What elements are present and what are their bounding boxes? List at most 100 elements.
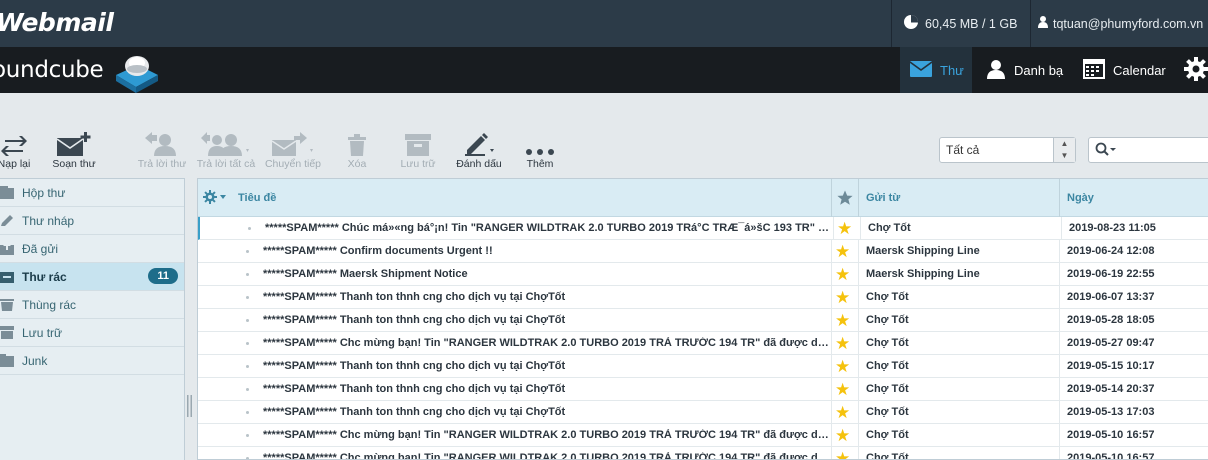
message-subject[interactable]: *****SPAM***** Maersk Shipment Notice [263,268,831,280]
filter-select[interactable]: Tất cả ▲ ▼ [939,137,1076,163]
message-subject[interactable]: *****SPAM***** Confirm documents Urgent … [263,245,831,257]
folder-trash[interactable]: Thùng rác [0,291,184,319]
status-dot-icon[interactable] [248,227,251,230]
nav-contacts-label: Danh bạ [1014,62,1064,78]
archive-button[interactable]: Lưu trữ [388,130,448,170]
table-row[interactable]: *****SPAM***** Maersk Shipment Notice ★ Ma… [198,263,1208,286]
folder-label: Thư nháp [22,213,75,228]
top-bar: Webmail 60,45 MB / 1 GB tqtuan@phumyford… [0,0,1208,47]
column-header-date[interactable]: Ngày [1067,192,1094,204]
message-subject[interactable]: *****SPAM***** Chúc má»«ng bá°¡n! Tin "R… [265,222,833,234]
status-dot-icon[interactable] [246,434,249,437]
table-row[interactable]: *****SPAM***** Thanh ton thnh cng cho dị… [198,401,1208,424]
status-dot-icon[interactable] [246,411,249,414]
table-row[interactable]: *****SPAM***** Confirm documents Urgent … [198,240,1208,263]
status-dot-icon[interactable] [246,388,249,391]
folder-junk[interactable]: Junk [0,347,184,375]
folder-spam[interactable]: Thư rác 11 [0,263,184,291]
message-date: 2019-05-10 16:57 [1067,452,1155,460]
table-row[interactable]: *****SPAM***** Thanh ton thnh cng cho dị… [198,378,1208,401]
flag-star-icon[interactable]: ★ [835,381,850,398]
roundcube-logo-icon[interactable] [112,51,160,95]
message-date: 2019-05-10 16:57 [1067,429,1155,441]
table-row[interactable]: *****SPAM***** Chc mừng bạn! Tin "RANGER… [198,447,1208,460]
toolbar: Nạp lại Soạn thư Trả lời thư Trả lời tất… [0,93,1208,178]
user-account[interactable]: tqtuan@phumyford.com.vn [1030,0,1208,47]
webmail-brand[interactable]: Webmail [0,8,114,37]
message-date: 2019-05-13 17:03 [1067,406,1155,418]
forward-button[interactable]: Chuyển tiếp [263,130,323,170]
mark-button[interactable]: Đánh dấu [449,130,509,170]
nav-contacts[interactable]: Danh bạ [986,47,1063,93]
message-subject[interactable]: *****SPAM***** Thanh ton thnh cng cho dị… [263,360,831,372]
flag-star-icon[interactable]: ★ [837,220,852,237]
roundcube-logo-text[interactable]: oundcube [0,57,104,83]
reply-all-button[interactable]: Trả lời tất cả [196,130,256,170]
message-from: Chợ Tốt [868,222,911,234]
folder-list: Hộp thư Thư nháp Đã gửi Thư rác 11 Thùng… [0,178,185,460]
compose-icon [44,130,104,156]
status-dot-icon[interactable] [246,250,249,253]
flag-column-star-icon[interactable] [837,190,853,209]
nav-calendar[interactable]: Calendar [1083,47,1166,93]
flag-star-icon[interactable]: ★ [835,358,850,375]
flag-star-icon[interactable]: ★ [835,243,850,260]
delete-button[interactable]: Xóa [327,130,387,170]
table-row[interactable]: *****SPAM***** Thanh ton thnh cng cho dị… [198,286,1208,309]
status-dot-icon[interactable] [246,342,249,345]
pen-icon [449,130,509,156]
flag-star-icon[interactable]: ★ [835,404,850,421]
pane-splitter-handle[interactable] [187,395,193,417]
flag-star-icon[interactable]: ★ [835,289,850,306]
folder-archive[interactable]: Lưu trữ [0,319,184,347]
column-header-subject[interactable]: Tiêu đề [238,192,276,204]
unread-count-badge: 11 [148,268,178,284]
flag-star-icon[interactable]: ★ [835,335,850,352]
message-subject[interactable]: *****SPAM***** Thanh ton thnh cng cho dị… [263,291,831,303]
message-subject[interactable]: *****SPAM***** Chc mừng bạn! Tin "RANGER… [263,452,831,459]
message-list: Tiêu đề Gửi từ Ngày *****SPAM***** Chúc … [197,178,1208,460]
nav-mail[interactable]: Thư [900,47,972,93]
table-row[interactable]: *****SPAM***** Thanh ton thnh cng cho dị… [198,309,1208,332]
status-dot-icon[interactable] [246,365,249,368]
status-dot-icon[interactable] [246,296,249,299]
message-date: 2019-08-23 11:05 [1069,222,1156,234]
pie-chart-icon [903,14,919,33]
flag-star-icon[interactable]: ★ [835,312,850,329]
message-from: Chợ Tốt [866,314,909,326]
message-subject[interactable]: *****SPAM***** Thanh ton thnh cng cho dị… [263,383,831,395]
archive-icon [388,130,448,156]
flag-star-icon[interactable]: ★ [835,266,850,283]
folder-inbox[interactable]: Hộp thư [0,179,184,207]
reply-button[interactable]: Trả lời thư [132,130,192,170]
refresh-button[interactable]: Nạp lại [0,130,44,170]
status-dot-icon[interactable] [246,319,249,322]
folder-icon [0,354,14,367]
list-options-gear-icon[interactable] [203,190,227,207]
flag-star-icon[interactable]: ★ [835,450,850,459]
compose-button[interactable]: Soạn thư [44,130,104,170]
more-button[interactable]: Thêm [510,130,570,170]
table-row[interactable]: *****SPAM***** Thanh ton thnh cng cho dị… [198,355,1208,378]
quota-indicator: 60,45 MB / 1 GB [891,0,1030,47]
message-subject[interactable]: *****SPAM***** Chc mừng bạn! Tin "RANGER… [263,429,831,441]
message-date: 2019-06-07 13:37 [1067,291,1155,303]
message-subject[interactable]: *****SPAM***** Thanh ton thnh cng cho dị… [263,314,831,326]
folder-sent[interactable]: Đã gửi [0,235,184,263]
message-subject[interactable]: *****SPAM***** Thanh ton thnh cng cho dị… [263,406,831,418]
message-date: 2019-06-19 22:55 [1067,268,1155,280]
nav-settings[interactable] [1184,47,1208,93]
table-row[interactable]: *****SPAM***** Chc mừng bạn! Tin "RANGER… [198,424,1208,447]
more-dots-icon [510,130,570,156]
table-row[interactable]: *****SPAM***** Chc mừng bạn! Tin "RANGER… [198,332,1208,355]
flag-star-icon[interactable]: ★ [835,427,850,444]
search-input[interactable] [1088,137,1208,163]
column-header-from[interactable]: Gửi từ [866,192,900,204]
reply-icon [132,130,192,156]
more-label: Thêm [526,158,554,170]
status-dot-icon[interactable] [246,273,249,276]
pencil-icon [0,214,14,227]
table-row[interactable]: *****SPAM***** Chúc má»«ng bá°¡n! Tin "R… [198,217,1208,240]
message-subject[interactable]: *****SPAM***** Chc mừng bạn! Tin "RANGER… [263,337,831,349]
folder-drafts[interactable]: Thư nháp [0,207,184,235]
